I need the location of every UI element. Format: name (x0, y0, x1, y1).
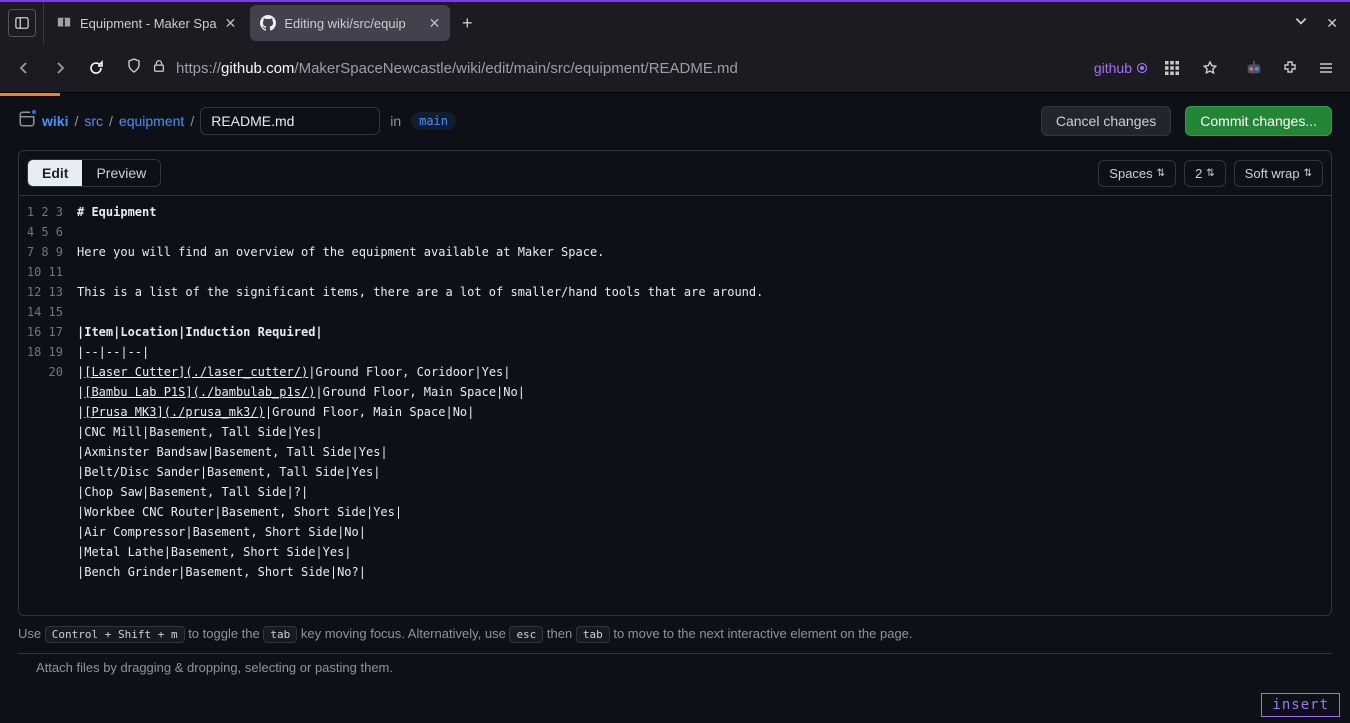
crumb-src[interactable]: src (84, 113, 103, 129)
filename-input[interactable] (200, 107, 380, 135)
shield-icon[interactable] (126, 58, 142, 78)
browser-tab-inactive[interactable]: Equipment - Maker Spa ✕ (46, 5, 246, 41)
repo-icon (18, 110, 36, 133)
bookmark-icon[interactable] (1196, 54, 1224, 82)
robot-icon[interactable] (1240, 54, 1268, 82)
in-label: in (390, 113, 401, 129)
nav-bar: https://github.com/MakerSpaceNewcastle/w… (0, 44, 1350, 92)
close-icon[interactable]: ✕ (429, 15, 441, 32)
indent-select[interactable]: Spaces⇅ (1098, 160, 1176, 187)
attach-hint[interactable]: Attach files by dragging & dropping, sel… (18, 653, 1332, 681)
code-editor[interactable]: 1 2 3 4 5 6 7 8 9 10 11 12 13 14 15 16 1… (19, 195, 1331, 615)
indent-width-select[interactable]: 2⇅ (1184, 160, 1226, 187)
hamburger-icon[interactable] (1312, 54, 1340, 82)
kbd: tab (263, 626, 297, 643)
commit-button[interactable]: Commit changes... (1185, 106, 1332, 136)
tab-preview[interactable]: Preview (82, 160, 160, 186)
browser-tab-active[interactable]: Editing wiki/src/equip ✕ (250, 5, 450, 41)
sidebar-toggle-area (0, 2, 44, 44)
wrap-select[interactable]: Soft wrap⇅ (1234, 160, 1323, 187)
lock-icon[interactable] (152, 59, 166, 77)
editor-toolbar: Edit Preview Spaces⇅ 2⇅ Soft wrap⇅ (19, 151, 1331, 195)
close-icon[interactable]: ✕ (225, 15, 237, 32)
kbd: Control + Shift + m (45, 626, 185, 643)
page-content: wiki / src / equipment / in main Cancel … (0, 96, 1350, 616)
line-numbers: 1 2 3 4 5 6 7 8 9 10 11 12 13 14 15 16 1… (19, 196, 77, 615)
list-all-tabs-icon[interactable] (1294, 14, 1308, 33)
window-close-icon[interactable]: ✕ (1326, 15, 1338, 32)
cancel-button[interactable]: Cancel changes (1041, 106, 1171, 136)
tab-title: Equipment - Maker Spa (80, 16, 217, 31)
new-tab-button[interactable]: + (452, 13, 482, 34)
tab-title: Editing wiki/src/equip (284, 16, 420, 31)
tabbar-right: ✕ (1294, 14, 1350, 33)
vim-mode-badge: insert (1261, 693, 1340, 717)
grid-icon[interactable] (1158, 54, 1186, 82)
crumb-repo[interactable]: wiki (42, 113, 68, 129)
crumb-equipment[interactable]: equipment (119, 113, 184, 129)
extensions-icon[interactable] (1276, 54, 1304, 82)
tab-bar: Equipment - Maker Spa ✕ Editing wiki/src… (0, 0, 1350, 44)
github-icon (260, 15, 276, 31)
editor-box: Edit Preview Spaces⇅ 2⇅ Soft wrap⇅ 1 2 3… (18, 150, 1332, 616)
edit-preview-segment: Edit Preview (27, 159, 161, 187)
editor-options: Spaces⇅ 2⇅ Soft wrap⇅ (1098, 160, 1323, 187)
branch-badge[interactable]: main (411, 112, 456, 130)
back-button[interactable] (10, 54, 38, 82)
url-bar[interactable]: https://github.com/MakerSpaceNewcastle/w… (118, 51, 1232, 85)
reload-button[interactable] (82, 54, 110, 82)
kbd: tab (576, 626, 610, 643)
sidebar-toggle-icon[interactable] (8, 9, 36, 37)
book-icon (56, 15, 72, 31)
container-label: github (1094, 60, 1148, 76)
tab-edit[interactable]: Edit (28, 160, 82, 186)
keyboard-hint: Use Control + Shift + m to toggle the ta… (0, 616, 1350, 649)
breadcrumb: wiki / src / equipment / in main Cancel … (18, 106, 1332, 136)
code-content[interactable]: # Equipment Here you will find an overvi… (77, 196, 1331, 615)
url-text: https://github.com/MakerSpaceNewcastle/w… (176, 60, 1084, 77)
kbd: esc (509, 626, 543, 643)
forward-button[interactable] (46, 54, 74, 82)
browser-chrome: Equipment - Maker Spa ✕ Editing wiki/src… (0, 0, 1350, 93)
